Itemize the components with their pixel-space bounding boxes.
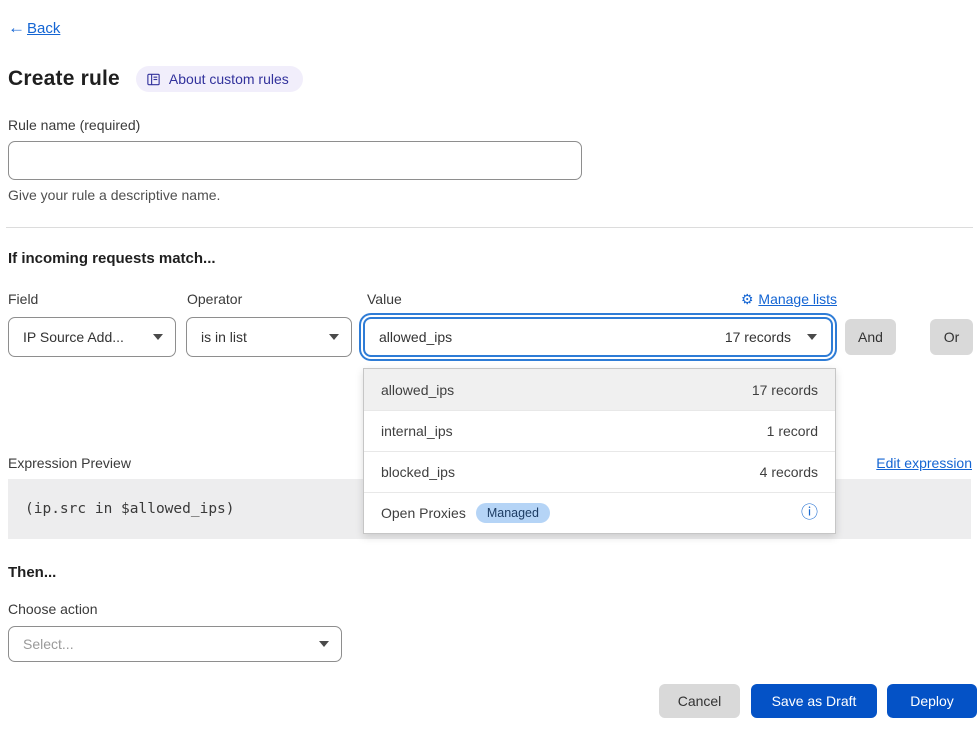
then-section-heading: Then... xyxy=(8,564,56,581)
expression-preview-label: Expression Preview xyxy=(8,455,131,471)
choose-action-label: Choose action xyxy=(8,601,98,617)
list-option-name: blocked_ips xyxy=(381,464,455,480)
cancel-button[interactable]: Cancel xyxy=(659,684,740,718)
operator-select-value: is in list xyxy=(201,329,247,345)
rule-name-input[interactable] xyxy=(8,141,582,180)
and-button[interactable]: And xyxy=(845,319,896,355)
page-title: Create rule xyxy=(8,67,120,91)
edit-expression-link[interactable]: Edit expression xyxy=(876,455,972,471)
value-select[interactable]: allowed_ips 17 records xyxy=(363,317,833,357)
chevron-down-icon xyxy=(153,334,163,340)
list-option-internal-ips[interactable]: internal_ips 1 record xyxy=(364,410,835,451)
section-divider xyxy=(6,227,973,228)
list-option-records: 1 record xyxy=(767,423,818,439)
list-option-name: internal_ips xyxy=(381,423,453,439)
list-option-records: 17 records xyxy=(752,382,818,398)
action-select[interactable]: Select... xyxy=(8,626,342,662)
managed-badge: Managed xyxy=(476,503,550,523)
save-as-draft-button[interactable]: Save as Draft xyxy=(751,684,877,718)
field-label: Field xyxy=(8,291,38,307)
back-arrow-icon: ← xyxy=(8,18,25,38)
chevron-down-icon xyxy=(319,641,329,647)
rule-name-helper: Give your rule a descriptive name. xyxy=(8,187,220,203)
gear-icon: ⚙ xyxy=(741,292,754,306)
title-row: Create rule About custom rules xyxy=(8,66,303,92)
match-section-heading: If incoming requests match... xyxy=(8,250,216,267)
field-select-value: IP Source Add... xyxy=(23,329,124,345)
list-option-name: allowed_ips xyxy=(381,382,454,398)
manage-lists-label: Manage lists xyxy=(758,291,837,307)
action-select-placeholder: Select... xyxy=(23,636,74,652)
value-label: Value xyxy=(367,291,402,307)
info-icon[interactable]: ⓘ xyxy=(801,505,818,522)
list-option-open-proxies[interactable]: Open Proxies Managed ⓘ xyxy=(364,492,835,533)
list-dropdown-menu: allowed_ips 17 records internal_ips 1 re… xyxy=(363,368,836,534)
field-select[interactable]: IP Source Add... xyxy=(8,317,176,357)
chevron-down-icon xyxy=(329,334,339,340)
back-link[interactable]: ← Back xyxy=(8,18,60,38)
rule-name-label: Rule name (required) xyxy=(8,117,140,133)
or-button[interactable]: Or xyxy=(930,319,973,355)
value-select-value: allowed_ips xyxy=(379,329,452,345)
expression-code: (ip.src in $allowed_ips) xyxy=(25,501,235,517)
back-link-label[interactable]: Back xyxy=(27,20,60,37)
list-option-blocked-ips[interactable]: blocked_ips 4 records xyxy=(364,451,835,492)
operator-label: Operator xyxy=(187,291,242,307)
value-select-records: 17 records xyxy=(725,329,791,345)
deploy-button[interactable]: Deploy xyxy=(887,684,977,718)
operator-select[interactable]: is in list xyxy=(186,317,352,357)
book-icon xyxy=(146,72,161,87)
list-option-name: Open Proxies xyxy=(381,505,466,521)
about-custom-rules-link[interactable]: About custom rules xyxy=(136,66,303,92)
about-custom-rules-label: About custom rules xyxy=(169,71,289,87)
list-option-records: 4 records xyxy=(760,464,818,480)
manage-lists-link[interactable]: ⚙ Manage lists xyxy=(741,291,837,307)
chevron-down-icon xyxy=(807,334,817,340)
create-rule-page: ← Back Create rule About custom rules Ru… xyxy=(0,0,979,739)
list-option-allowed-ips[interactable]: allowed_ips 17 records xyxy=(364,369,835,410)
